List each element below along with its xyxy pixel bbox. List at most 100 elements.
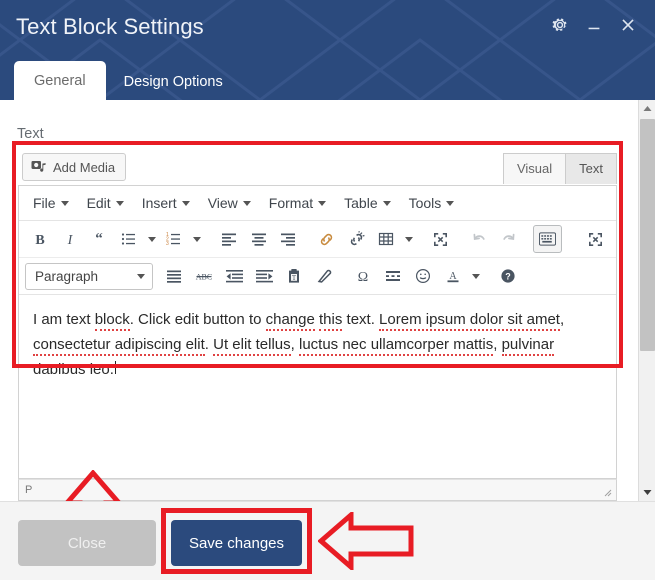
numbered-list-dropdown[interactable]	[189, 225, 205, 253]
menu-table[interactable]: Table	[336, 192, 398, 214]
menu-insert[interactable]: Insert	[134, 192, 198, 214]
redo-icon[interactable]	[494, 225, 524, 253]
clear-formatting-icon[interactable]	[309, 262, 339, 290]
text-field-label: Text	[17, 126, 44, 142]
strikethrough-icon-glyph: ABC	[196, 273, 212, 282]
editor-text-runs: I am text block. Click edit button to ch…	[33, 311, 564, 381]
spellcheck-word: Ut elit tellus	[213, 336, 291, 356]
numbered-list-icon[interactable]: 1 2 3	[160, 225, 190, 253]
menu-tools[interactable]: Tools	[401, 192, 463, 214]
undo-icon-glyph	[473, 233, 485, 240]
fullscreen-icon-glyph	[588, 232, 602, 246]
unlink-icon[interactable]	[342, 225, 372, 253]
align-center-icon-glyph	[251, 233, 266, 246]
emoji-icon-glyph	[415, 268, 431, 284]
align-center-icon[interactable]	[244, 225, 274, 253]
menu-file[interactable]: File	[25, 192, 77, 214]
italic-icon[interactable]: I	[55, 225, 85, 253]
gear-icon[interactable]	[551, 16, 569, 34]
gear-icon-glyph	[552, 18, 567, 32]
svg-text:T: T	[292, 274, 297, 282]
align-right-icon[interactable]	[273, 225, 303, 253]
table-icon[interactable]	[371, 225, 401, 253]
text-color-icon-glyph: A	[447, 271, 459, 283]
save-changes-button[interactable]: Save changes	[171, 520, 302, 566]
link-icon[interactable]	[312, 225, 342, 253]
editor-menubar: File Edit Insert View Format Table Tools	[19, 186, 616, 221]
spellcheck-word: consectetur adipiscing elit	[33, 336, 205, 356]
special-character-icon-glyph: Ω	[358, 270, 368, 284]
outdent-icon[interactable]	[219, 262, 249, 290]
blockquote-icon[interactable]: “	[84, 225, 114, 253]
tab-visual[interactable]: Visual	[502, 153, 567, 184]
page-title: Text Block Settings	[16, 14, 204, 39]
close-button[interactable]: Close	[18, 520, 156, 566]
text-run: I am text	[33, 311, 95, 328]
text-color-dropdown[interactable]	[468, 262, 484, 290]
chevron-down-icon	[404, 236, 413, 242]
menu-insert-label: Insert	[141, 195, 177, 211]
align-justify-icon[interactable]	[159, 262, 189, 290]
minimize-icon-glyph	[588, 27, 600, 30]
scrollbar-thumb[interactable]	[640, 119, 655, 351]
fullscreen-icon[interactable]	[580, 225, 610, 253]
text-run: ,	[559, 311, 565, 328]
wp-editor: Add Media Visual Text File Edit Insert V…	[18, 147, 617, 397]
bold-icon[interactable]: B	[25, 225, 55, 253]
scroll-up-arrow-icon[interactable]	[639, 100, 655, 117]
link-icon-glyph	[321, 233, 333, 245]
dialog-header: Text Block Settings General Design Optio…	[0, 0, 655, 100]
bold-icon-glyph: B	[35, 233, 44, 247]
chevron-down-icon	[318, 200, 327, 206]
chevron-down-icon	[242, 200, 251, 206]
svg-text:?: ?	[505, 272, 511, 282]
chevron-down-icon	[115, 200, 124, 206]
chevron-down-icon	[446, 200, 455, 206]
horizontal-rule-icon[interactable]	[378, 262, 408, 290]
undo-icon[interactable]	[464, 225, 494, 253]
help-icon[interactable]: ?	[493, 262, 523, 290]
text-run: .	[204, 336, 214, 353]
table-dropdown[interactable]	[401, 225, 417, 253]
strikethrough-icon[interactable]: ABC	[189, 262, 219, 290]
tab-design-options[interactable]: Design Options	[106, 65, 241, 100]
editor-element-path[interactable]: P	[25, 484, 32, 496]
align-left-icon[interactable]	[214, 225, 244, 253]
bullet-list-icon[interactable]	[114, 225, 144, 253]
menu-edit[interactable]: Edit	[79, 192, 132, 214]
tab-text[interactable]: Text	[565, 153, 617, 184]
paste-as-text-icon[interactable]: T	[279, 262, 309, 290]
vertical-scrollbar[interactable]	[638, 100, 655, 501]
indent-icon[interactable]	[249, 262, 279, 290]
redo-icon-glyph	[503, 233, 515, 240]
minimize-icon[interactable]	[585, 16, 603, 34]
annotation-arrow-up	[65, 470, 121, 501]
resize-handle-icon[interactable]	[603, 488, 612, 497]
menu-format[interactable]: Format	[261, 192, 334, 214]
tab-general[interactable]: General	[14, 61, 106, 100]
chevron-down-icon	[382, 200, 391, 206]
bullet-list-dropdown[interactable]	[144, 225, 160, 253]
scroll-down-arrow-icon[interactable]	[639, 484, 655, 501]
align-justify-icon-glyph	[167, 270, 181, 283]
format-select[interactable]: Paragraph	[25, 262, 153, 290]
add-media-button[interactable]: Add Media	[22, 153, 127, 181]
close-icon[interactable]	[619, 16, 637, 34]
menu-format-label: Format	[268, 195, 314, 211]
emoji-icon[interactable]	[408, 262, 438, 290]
svg-text:3: 3	[166, 241, 169, 247]
format-select-value: Paragraph	[35, 268, 99, 284]
unlink-icon-glyph	[350, 230, 365, 245]
special-character-icon[interactable]: Ω	[348, 262, 378, 290]
editor-paragraph[interactable]: I am text block. Click edit button to ch…	[33, 307, 602, 382]
spellcheck-word: block	[94, 311, 130, 331]
read-more-icon[interactable]	[426, 225, 456, 253]
text-color-icon[interactable]: A	[438, 262, 468, 290]
menu-view-label: View	[207, 195, 238, 211]
editor-lower-blank-area[interactable]	[18, 374, 617, 479]
svg-text:“: “	[95, 231, 103, 247]
menu-view[interactable]: View	[200, 192, 259, 214]
paste-as-text-icon-glyph: T	[289, 269, 299, 283]
text-run: text.	[342, 311, 380, 328]
toolbar-toggle-icon[interactable]	[532, 225, 563, 253]
